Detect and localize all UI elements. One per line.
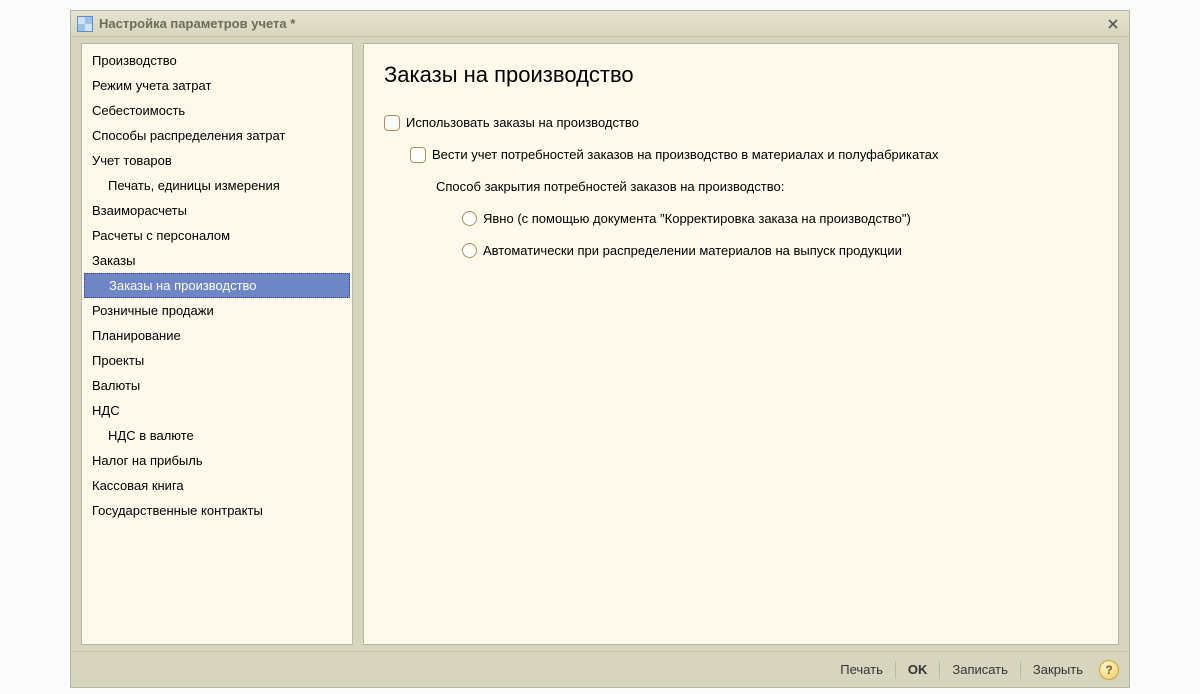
sidebar-item-7[interactable]: Расчеты с персоналом — [84, 223, 350, 248]
window-title: Настройка параметров учета * — [99, 16, 295, 31]
sidebar-item-10[interactable]: Розничные продажи — [84, 298, 350, 323]
sidebar: ПроизводствоРежим учета затратСебестоимо… — [81, 43, 353, 645]
write-button[interactable]: Записать — [942, 659, 1018, 680]
content-panel: Заказы на производство Использовать зака… — [363, 43, 1119, 645]
sidebar-item-5[interactable]: Печать, единицы измерения — [84, 173, 350, 198]
sidebar-item-0[interactable]: Производство — [84, 48, 350, 73]
sidebar-item-18[interactable]: Государственные контракты — [84, 498, 350, 523]
sidebar-item-14[interactable]: НДС — [84, 398, 350, 423]
sidebar-item-15[interactable]: НДС в валюте — [84, 423, 350, 448]
settings-window: Настройка параметров учета * Производств… — [70, 10, 1130, 688]
sidebar-item-8[interactable]: Заказы — [84, 248, 350, 273]
checkbox-use-orders[interactable] — [384, 115, 400, 131]
checkbox-track-needs[interactable] — [410, 147, 426, 163]
sidebar-item-12[interactable]: Проекты — [84, 348, 350, 373]
divider — [939, 661, 940, 679]
footer: Печать OK Записать Закрыть ? — [71, 651, 1129, 687]
page-title: Заказы на производство — [384, 62, 1098, 88]
sidebar-item-17[interactable]: Кассовая книга — [84, 473, 350, 498]
divider — [1020, 661, 1021, 679]
sidebar-item-9[interactable]: Заказы на производство — [84, 273, 350, 298]
print-button[interactable]: Печать — [830, 659, 893, 680]
help-icon[interactable]: ? — [1099, 660, 1119, 680]
divider — [895, 661, 896, 679]
closing-method-label: Способ закрытия потребностей заказов на … — [436, 178, 784, 196]
app-icon — [77, 16, 93, 32]
sidebar-item-6[interactable]: Взаиморасчеты — [84, 198, 350, 223]
sidebar-item-4[interactable]: Учет товаров — [84, 148, 350, 173]
ok-button[interactable]: OK — [898, 659, 938, 680]
sidebar-item-16[interactable]: Налог на прибыль — [84, 448, 350, 473]
titlebar: Настройка параметров учета * — [71, 11, 1129, 37]
radio-auto-label: Автоматически при распределении материал… — [483, 242, 902, 260]
radio-explicit-label: Явно (с помощью документа "Корректировка… — [483, 210, 911, 228]
close-icon[interactable] — [1103, 15, 1123, 33]
checkbox-use-orders-label: Использовать заказы на производство — [406, 114, 639, 132]
radio-auto[interactable] — [462, 243, 477, 258]
radio-explicit[interactable] — [462, 211, 477, 226]
checkbox-track-needs-label: Вести учет потребностей заказов на произ… — [432, 146, 939, 164]
close-button[interactable]: Закрыть — [1023, 659, 1093, 680]
sidebar-item-11[interactable]: Планирование — [84, 323, 350, 348]
sidebar-item-13[interactable]: Валюты — [84, 373, 350, 398]
sidebar-item-3[interactable]: Способы распределения затрат — [84, 123, 350, 148]
sidebar-item-2[interactable]: Себестоимость — [84, 98, 350, 123]
sidebar-item-1[interactable]: Режим учета затрат — [84, 73, 350, 98]
